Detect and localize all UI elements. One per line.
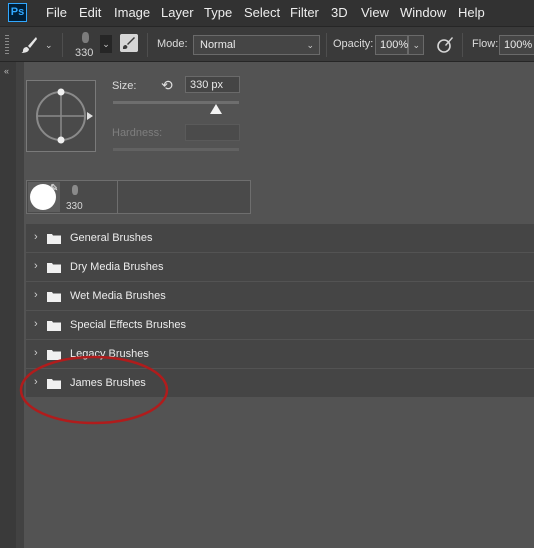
panel-edge — [16, 62, 24, 548]
folder-icon — [47, 321, 61, 331]
opacity-input[interactable]: 100% — [375, 35, 408, 55]
list-item[interactable]: › Special Effects Brushes — [26, 311, 534, 339]
folder-icon — [47, 379, 61, 389]
menu-filter[interactable]: Filter — [290, 5, 319, 20]
brush-icon[interactable] — [20, 36, 38, 54]
list-item[interactable]: › Wet Media Brushes — [26, 282, 534, 310]
divider — [147, 33, 148, 57]
menu-view[interactable]: View — [361, 5, 389, 20]
brush-settings-panel-icon[interactable] — [120, 34, 138, 52]
chevron-down-icon: ⌄ — [306, 40, 314, 50]
brush-tip-icon[interactable] — [72, 185, 78, 195]
divider — [62, 33, 63, 57]
round-brush-preset[interactable]: ✎ — [28, 182, 60, 212]
divider — [326, 33, 327, 57]
chevron-right-icon[interactable]: › — [34, 260, 38, 272]
brush-picker-dropdown-button[interactable]: ⌄ — [100, 35, 112, 53]
opacity-dropdown-button[interactable]: ⌄ — [408, 35, 424, 55]
hardness-slider-track[interactable] — [113, 148, 239, 151]
hardness-input[interactable] — [185, 124, 240, 141]
menu-file[interactable]: File — [46, 5, 67, 20]
menu-window[interactable]: Window — [400, 5, 446, 20]
hardness-label: Hardness: — [112, 127, 163, 139]
menu-help[interactable]: Help — [458, 5, 485, 20]
menu-select[interactable]: Select — [244, 5, 280, 20]
menu-3d[interactable]: 3D — [331, 5, 348, 20]
options-bar: ⌄ 330 ⌄ Mode: Normal ⌄ Opacity: 100% ⌄ F… — [0, 26, 534, 62]
divider — [117, 181, 118, 213]
menu-image[interactable]: Image — [114, 5, 150, 20]
folder-icon — [47, 292, 61, 302]
folder-name: Dry Media Brushes — [70, 261, 164, 273]
size-input[interactable]: 330 px — [185, 76, 240, 93]
brush-preset-picker[interactable]: 330 — [72, 30, 100, 60]
brush-angle-preview[interactable] — [26, 80, 96, 152]
brush-tip-icon — [82, 32, 89, 43]
list-item[interactable]: › Legacy Brushes — [26, 340, 534, 368]
folder-name: General Brushes — [70, 232, 153, 244]
options-bar-grip[interactable] — [5, 35, 9, 55]
menu-bar: Ps File Edit Image Layer Type Select Fil… — [0, 0, 534, 26]
list-item[interactable]: › Dry Media Brushes — [26, 253, 534, 281]
tool-preset-chevron-icon[interactable]: ⌄ — [45, 40, 53, 51]
brush-angle-dial-icon — [36, 88, 86, 144]
list-item[interactable]: › James Brushes — [26, 369, 534, 397]
chevron-right-icon[interactable]: › — [34, 318, 38, 330]
folder-icon — [47, 234, 61, 244]
folder-icon — [47, 350, 61, 360]
pressure-opacity-icon[interactable] — [436, 36, 454, 54]
chevron-right-icon[interactable]: › — [34, 231, 38, 243]
size-slider-thumb[interactable] — [210, 104, 223, 114]
menu-edit[interactable]: Edit — [79, 5, 101, 20]
photoshop-logo: Ps — [8, 3, 27, 22]
reset-size-icon[interactable]: ⟲ — [161, 77, 173, 94]
folder-icon — [47, 263, 61, 273]
menu-layer[interactable]: Layer — [161, 5, 194, 20]
list-item[interactable]: › General Brushes — [26, 224, 534, 252]
recent-brushes-strip: ✎ 330 — [26, 180, 251, 214]
folder-name: Legacy Brushes — [70, 348, 149, 360]
opacity-label: Opacity: — [333, 38, 374, 50]
folder-name: James Brushes — [70, 377, 146, 389]
chevron-right-icon[interactable]: › — [34, 376, 38, 388]
pen-pressure-icon: ✎ — [50, 183, 59, 194]
mode-select[interactable]: Normal ⌄ — [193, 35, 320, 55]
brush-folder-list: › General Brushes › Dry Media Brushes › … — [26, 224, 534, 398]
flow-label: Flow: — [472, 38, 499, 50]
recent-brush-size: 330 — [66, 201, 83, 212]
chevron-right-icon[interactable]: › — [34, 289, 38, 301]
chevron-right-icon[interactable]: › — [34, 347, 38, 359]
size-label: Size: — [112, 80, 137, 92]
divider — [462, 33, 463, 57]
menu-type[interactable]: Type — [204, 5, 232, 20]
folder-name: Wet Media Brushes — [70, 290, 166, 302]
mode-select-value: Normal — [200, 39, 236, 51]
folder-name: Special Effects Brushes — [70, 319, 186, 331]
flip-arrow-icon[interactable] — [87, 112, 93, 120]
brush-size-readout: 330 — [75, 47, 94, 59]
mode-label: Mode: — [157, 38, 188, 50]
flow-input[interactable]: 100% — [499, 35, 534, 55]
chevron-down-icon: ⌄ — [412, 40, 420, 50]
collapse-chevron-icon[interactable]: « — [4, 66, 9, 76]
toolbar-strip: « — [0, 62, 17, 548]
